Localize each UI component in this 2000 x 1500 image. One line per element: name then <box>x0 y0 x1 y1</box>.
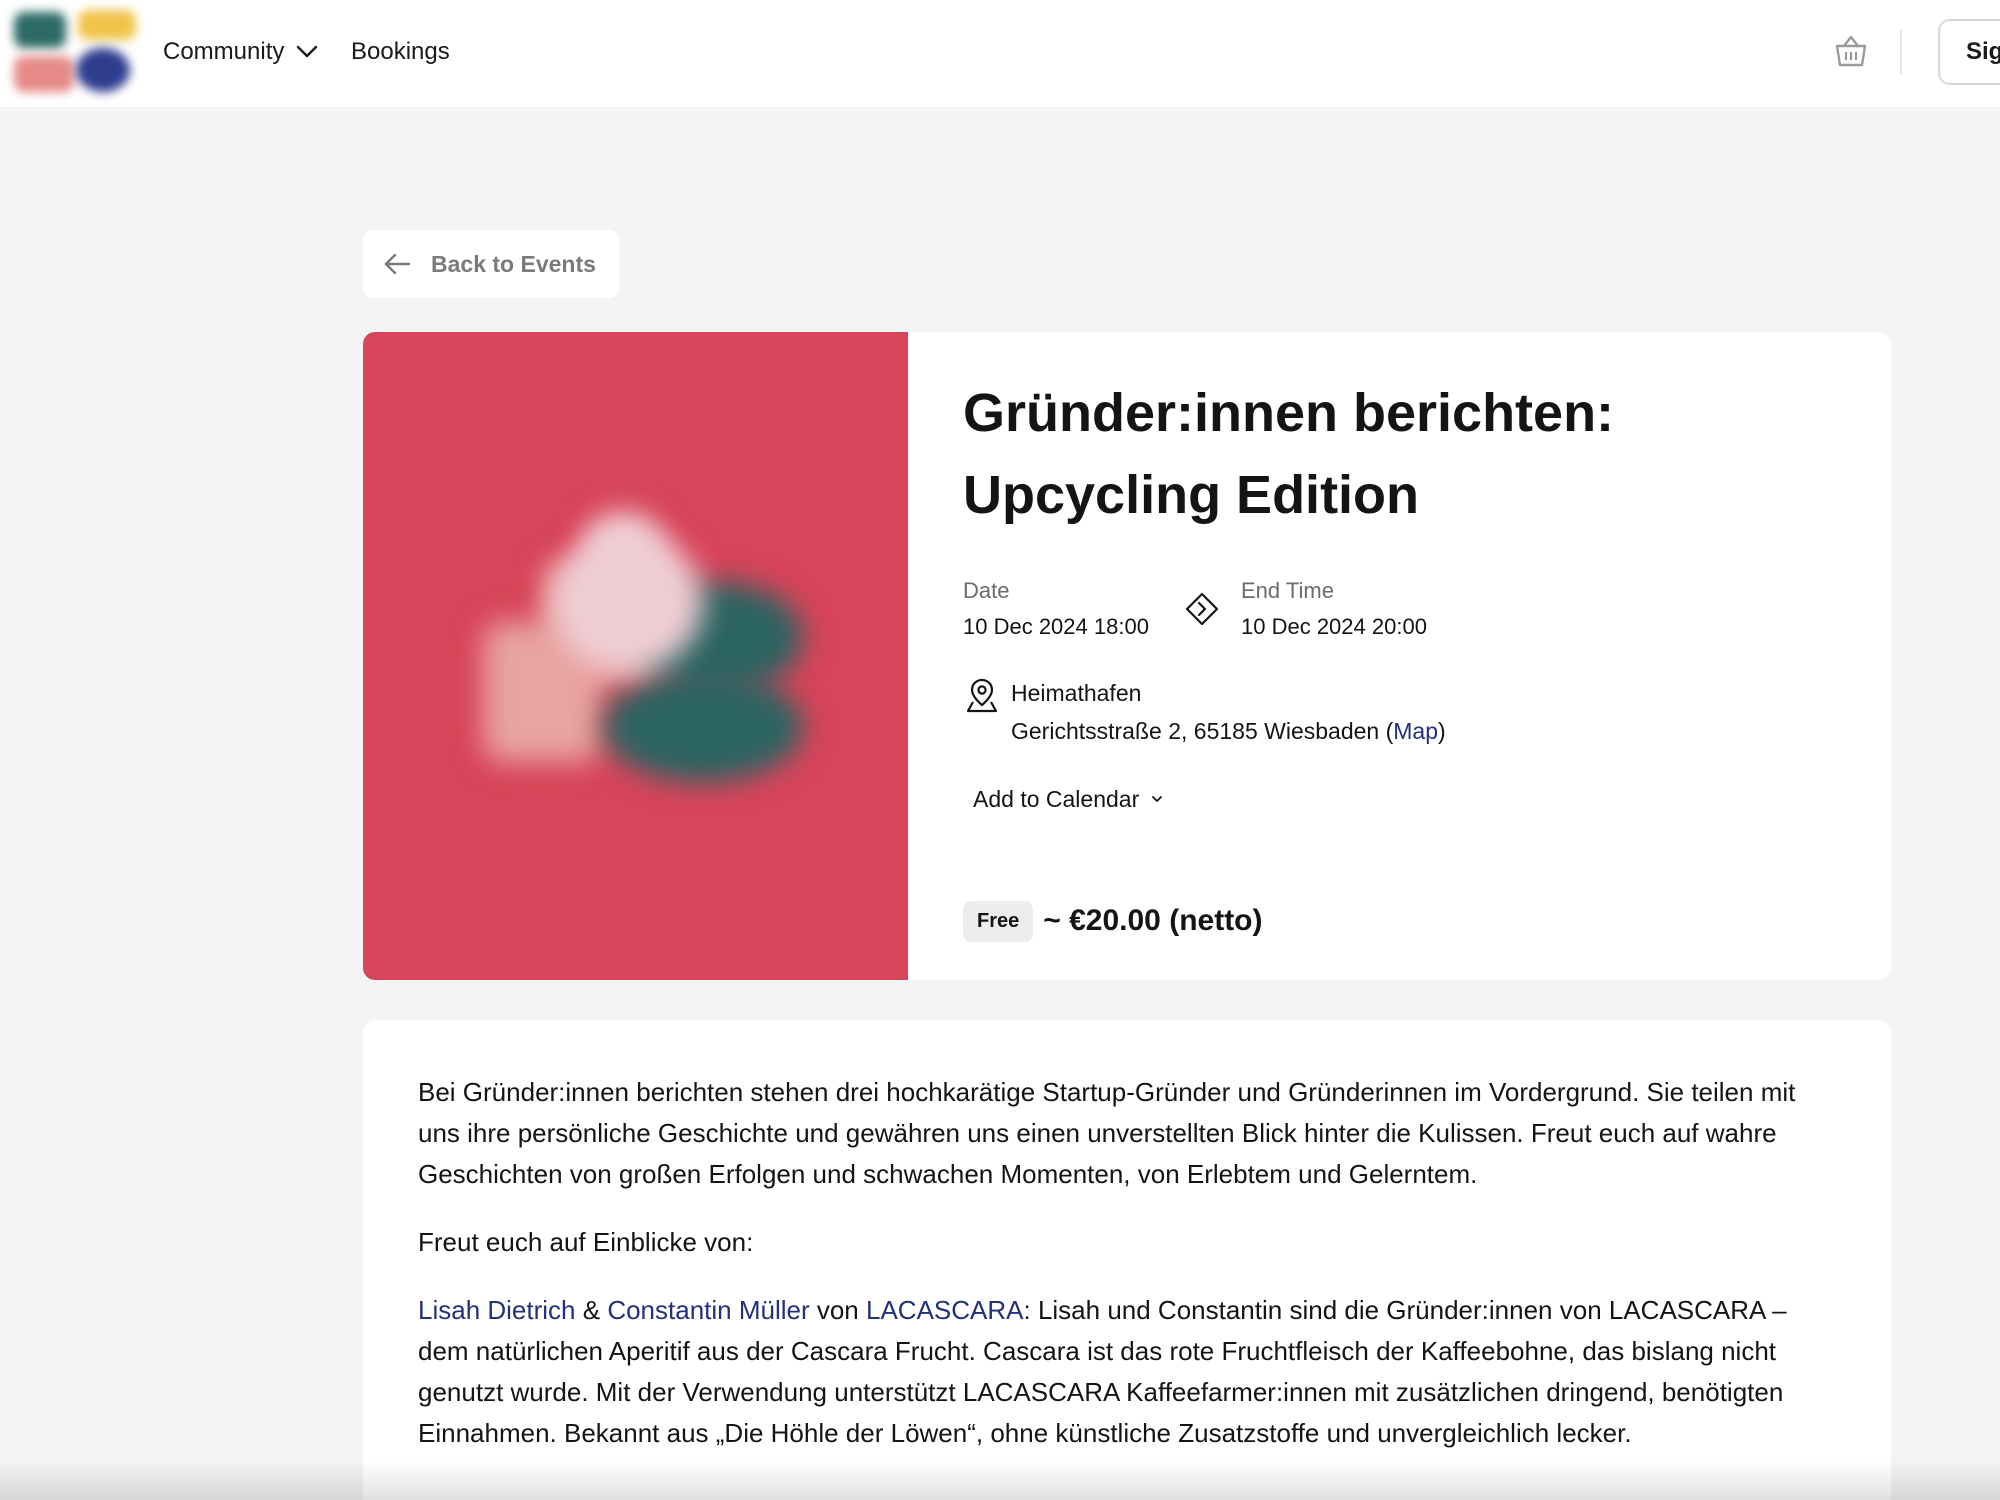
venue-name: Heimathafen <box>1011 680 1142 706</box>
price-text: ~ €20.00 (netto) <box>1043 904 1263 937</box>
map-link[interactable]: Map <box>1393 718 1438 744</box>
add-to-calendar-label: Add to Calendar <box>973 785 1140 812</box>
logo[interactable] <box>10 8 138 94</box>
chevron-down-icon <box>1152 796 1163 802</box>
nav-community-dropdown[interactable]: Community <box>163 34 318 70</box>
von-text: von <box>809 1295 866 1325</box>
nav-bookings-label: Bookings <box>351 38 450 65</box>
header-divider <box>1900 30 1902 74</box>
company-link-lacascara[interactable]: LACASCARA <box>866 1295 1024 1325</box>
arrow-right-circle-icon <box>1185 592 1219 626</box>
location-pin-icon <box>966 678 998 713</box>
end-time-label: End Time <box>1241 578 1334 603</box>
date-value: 10 Dec 2024 18:00 <box>963 614 1149 639</box>
back-to-events-button[interactable]: Back to Events <box>363 230 619 298</box>
event-title: Gründer:innen berichten: Upcycling Editi… <box>963 372 1723 536</box>
event-details: Gründer:innen berichten: Upcycling Editi… <box>963 332 1863 980</box>
description-paragraph-intro: Bei Gründer:innen berichten stehen drei … <box>418 1077 1796 1189</box>
event-title-line1: Gründer:innen berichten: <box>963 383 1615 443</box>
arrow-left-icon <box>384 253 411 275</box>
person-link-lisah[interactable]: Lisah Dietrich <box>418 1295 576 1325</box>
event-card: Gründer:innen berichten: Upcycling Editi… <box>363 332 1891 980</box>
top-navigation-bar: Community Bookings Sig <box>0 0 2000 107</box>
sign-in-button[interactable]: Sig <box>1938 19 2000 85</box>
basket-icon[interactable] <box>1832 32 1870 70</box>
description-paragraph-speakers-intro: Freut euch auf Einblicke von: <box>418 1227 754 1257</box>
add-to-calendar-dropdown[interactable]: Add to Calendar <box>973 782 1163 816</box>
event-description: Bei Gründer:innen berichten stehen drei … <box>418 1072 1838 1481</box>
venue-address-text: Gerichtsstraße 2, 65185 Wiesbaden ( <box>1011 718 1394 744</box>
chevron-down-icon <box>297 45 318 58</box>
nav-bookings-link[interactable]: Bookings <box>351 34 450 70</box>
ampersand-text: & <box>575 1295 608 1325</box>
back-to-events-label: Back to Events <box>431 250 596 277</box>
event-title-line2: Upcycling Edition <box>963 465 1420 525</box>
date-label: Date <box>963 578 1010 603</box>
venue-address: Gerichtsstraße 2, 65185 Wiesbaden (Map) <box>1011 718 1446 745</box>
person-link-constantin[interactable]: Constantin Müller <box>607 1295 809 1325</box>
nav-community-label: Community <box>163 38 285 65</box>
free-badge: Free <box>963 900 1034 942</box>
event-image <box>363 332 908 980</box>
sign-in-label: Sig <box>1966 38 2000 65</box>
price-row: Free ~ €20.00 (netto) <box>963 900 1263 942</box>
end-time-value: 10 Dec 2024 20:00 <box>1241 614 1427 639</box>
event-description-card: Bei Gründer:innen berichten stehen drei … <box>363 1020 1891 1500</box>
venue-address-close: ) <box>1438 718 1446 744</box>
description-paragraph-speaker-1: Lisah Dietrich & Constantin Müller von L… <box>418 1290 1838 1454</box>
